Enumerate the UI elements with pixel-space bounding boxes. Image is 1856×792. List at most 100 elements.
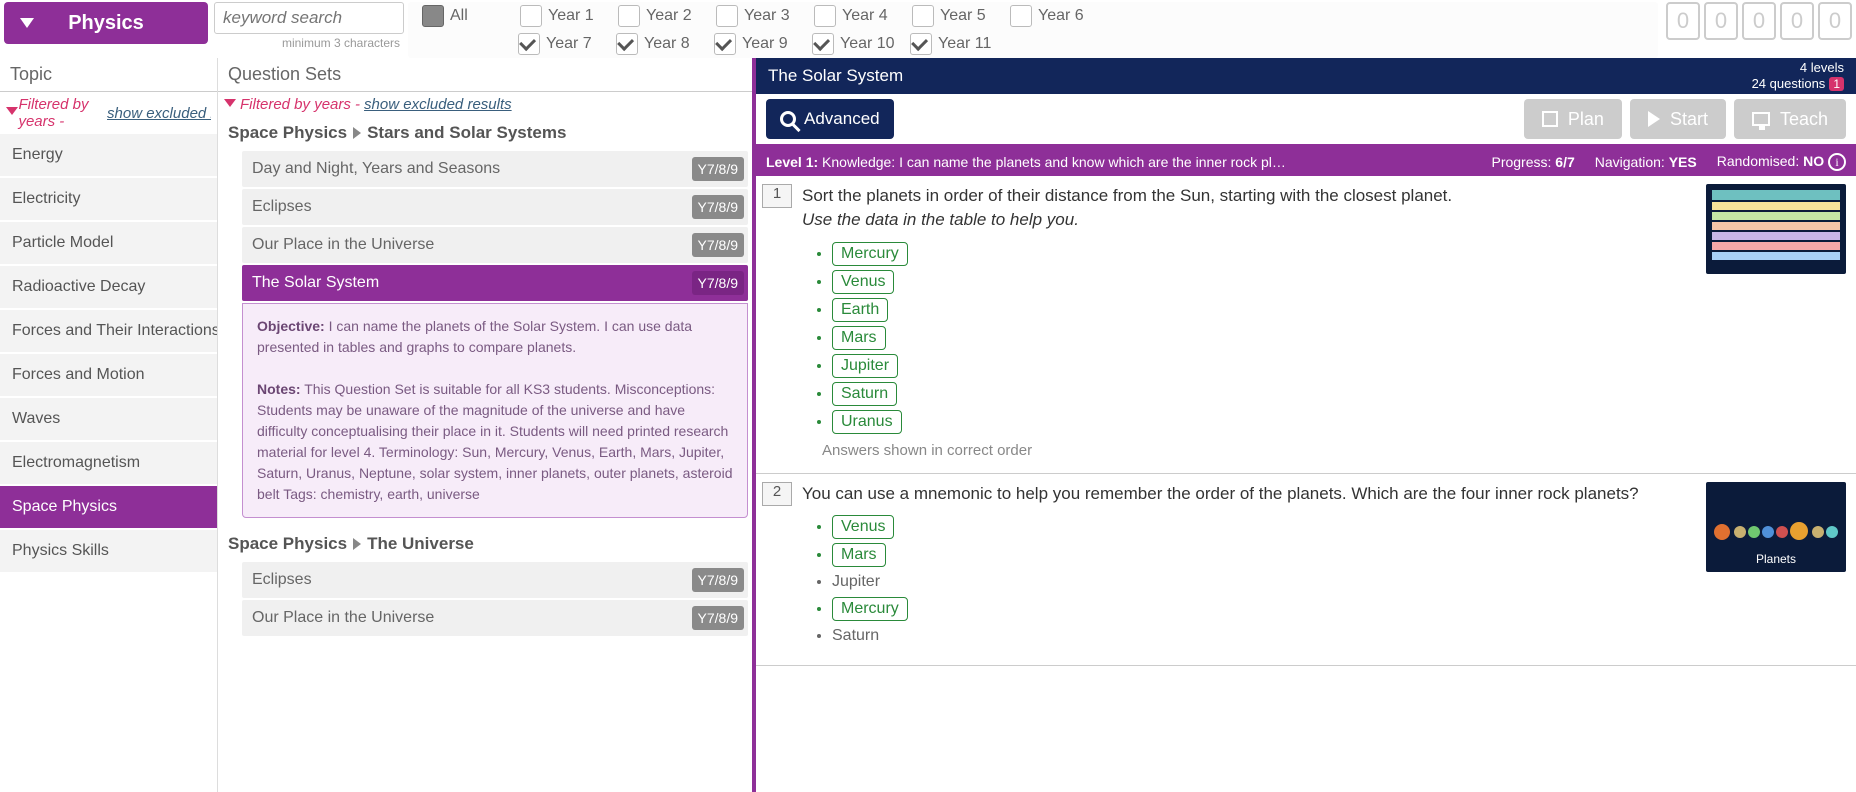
topic-item[interactable]: Radioactive Decay bbox=[0, 266, 217, 310]
year-label: Year 2 bbox=[646, 7, 706, 25]
search-input[interactable] bbox=[214, 2, 404, 34]
year-checkbox[interactable] bbox=[618, 5, 640, 27]
qset-item[interactable]: Our Place in the Universe Y7/8/9 bbox=[242, 600, 748, 636]
year-tag: Y7/8/9 bbox=[692, 233, 744, 257]
presentation-icon bbox=[1752, 112, 1770, 126]
qset-item-title: The Solar System bbox=[252, 274, 379, 292]
wrench-icon bbox=[780, 111, 796, 127]
answer-option: Mars bbox=[832, 543, 1696, 567]
advanced-button[interactable]: Advanced bbox=[766, 99, 894, 139]
year-all-label: All bbox=[450, 7, 510, 25]
year-checkbox[interactable] bbox=[812, 33, 834, 55]
year-checkbox[interactable] bbox=[716, 5, 738, 27]
qset-item[interactable]: Our Place in the Universe Y7/8/9 bbox=[242, 227, 748, 263]
counter-box: 0 bbox=[1780, 2, 1814, 40]
qset-filter-note: Filtered by years - show excluded result… bbox=[218, 92, 752, 117]
year-tag: Y7/8/9 bbox=[692, 157, 744, 181]
year-checkbox[interactable] bbox=[910, 33, 932, 55]
answer-option: Mars bbox=[832, 326, 1696, 350]
qset-item-title: Our Place in the Universe bbox=[252, 609, 434, 627]
chevron-down-icon bbox=[20, 18, 34, 28]
year-label: Year 4 bbox=[842, 7, 902, 25]
subject-dropdown[interactable]: Physics bbox=[4, 2, 208, 44]
qset-breadcrumb: Space Physics Stars and Solar Systems bbox=[218, 117, 752, 149]
answer-option: Venus bbox=[832, 515, 1696, 539]
question-number[interactable]: 1 bbox=[762, 184, 792, 208]
year-checkbox[interactable] bbox=[912, 5, 934, 27]
year-label: Year 5 bbox=[940, 7, 1000, 25]
filter-icon bbox=[224, 99, 236, 111]
qset-item[interactable]: The Solar System Y7/8/9 bbox=[242, 265, 748, 301]
year-label: Year 7 bbox=[546, 35, 606, 53]
topic-item[interactable]: Waves bbox=[0, 398, 217, 442]
counter-box: 0 bbox=[1666, 2, 1700, 40]
topic-item[interactable]: Forces and Motion bbox=[0, 354, 217, 398]
year-checkbox[interactable] bbox=[1010, 5, 1032, 27]
count-bubble: 1 bbox=[1829, 77, 1844, 91]
qset-item-title: Eclipses bbox=[252, 198, 312, 216]
year-tag: Y7/8/9 bbox=[692, 195, 744, 219]
year-tag: Y7/8/9 bbox=[692, 606, 744, 630]
level-bar: Level 1: Knowledge: I can name the plane… bbox=[756, 148, 1856, 176]
teach-button[interactable]: Teach bbox=[1734, 99, 1846, 139]
qset-item[interactable]: Day and Night, Years and Seasons Y7/8/9 bbox=[242, 151, 748, 187]
year-filter: AllYear 1Year 2Year 3Year 4Year 5Year 6 … bbox=[408, 2, 1658, 58]
show-excluded-link[interactable]: show excluded results bbox=[364, 96, 512, 113]
year-all-checkbox[interactable] bbox=[422, 5, 444, 27]
answer-option: Earth bbox=[832, 298, 1696, 322]
topic-item[interactable]: Particle Model bbox=[0, 222, 217, 266]
qset-title: The Solar System bbox=[768, 66, 903, 86]
chevron-right-icon bbox=[353, 538, 361, 550]
subject-label: Physics bbox=[68, 12, 144, 35]
year-label: Year 9 bbox=[742, 35, 802, 53]
question-thumbnail: Planets bbox=[1706, 482, 1846, 572]
topic-item[interactable]: Electricity bbox=[0, 178, 217, 222]
show-excluded-link[interactable]: show excluded results bbox=[107, 105, 211, 122]
year-checkbox[interactable] bbox=[520, 5, 542, 27]
answer-option: Saturn bbox=[832, 382, 1696, 406]
qset-header: Question Sets bbox=[218, 58, 752, 92]
year-checkbox[interactable] bbox=[616, 33, 638, 55]
qset-item-title: Eclipses bbox=[252, 571, 312, 589]
year-checkbox[interactable] bbox=[518, 33, 540, 55]
year-label: Year 1 bbox=[548, 7, 608, 25]
topic-item[interactable]: Electromagnetism bbox=[0, 442, 217, 486]
info-icon[interactable]: i bbox=[1828, 153, 1846, 171]
qset-item[interactable]: Eclipses Y7/8/9 bbox=[242, 562, 748, 598]
answer-note: Answers shown in correct order bbox=[822, 442, 1696, 459]
topic-header: Topic bbox=[0, 58, 217, 92]
topic-item[interactable]: Space Physics bbox=[0, 486, 217, 530]
start-button[interactable]: Start bbox=[1630, 99, 1726, 139]
year-label: Year 11 bbox=[938, 35, 998, 53]
year-label: Year 3 bbox=[744, 7, 804, 25]
answer-option: Venus bbox=[832, 270, 1696, 294]
topic-item[interactable]: Energy bbox=[0, 134, 217, 178]
filter-icon bbox=[6, 107, 14, 119]
play-icon bbox=[1648, 111, 1660, 127]
chevron-right-icon bbox=[353, 127, 361, 139]
year-label: Year 6 bbox=[1038, 7, 1098, 25]
year-tag: Y7/8/9 bbox=[692, 271, 744, 295]
qset-item-title: Day and Night, Years and Seasons bbox=[252, 160, 500, 178]
counter-box: 0 bbox=[1742, 2, 1776, 40]
qset-item[interactable]: Eclipses Y7/8/9 bbox=[242, 189, 748, 225]
topic-item[interactable]: Physics Skills bbox=[0, 530, 217, 574]
year-label: Year 8 bbox=[644, 35, 704, 53]
counter-box: 0 bbox=[1818, 2, 1852, 40]
year-label: Year 10 bbox=[840, 35, 900, 53]
question-text: You can use a mnemonic to help you remem… bbox=[802, 482, 1696, 506]
qset-item-title: Our Place in the Universe bbox=[252, 236, 434, 254]
question-number[interactable]: 2 bbox=[762, 482, 792, 506]
year-checkbox[interactable] bbox=[714, 33, 736, 55]
answer-option: Mercury bbox=[832, 597, 1696, 621]
year-tag: Y7/8/9 bbox=[692, 568, 744, 592]
answer-option: Saturn bbox=[832, 625, 1696, 647]
min-chars-note: minimum 3 characters bbox=[214, 36, 404, 50]
plan-button[interactable]: Plan bbox=[1524, 99, 1622, 139]
answer-option: Uranus bbox=[832, 410, 1696, 434]
year-checkbox[interactable] bbox=[814, 5, 836, 27]
topic-item[interactable]: Forces and Their Interactions bbox=[0, 310, 217, 354]
qset-detail: Objective: I can name the planets of the… bbox=[242, 303, 748, 518]
answer-option: Jupiter bbox=[832, 571, 1696, 593]
qset-breadcrumb: Space Physics The Universe bbox=[218, 528, 752, 560]
